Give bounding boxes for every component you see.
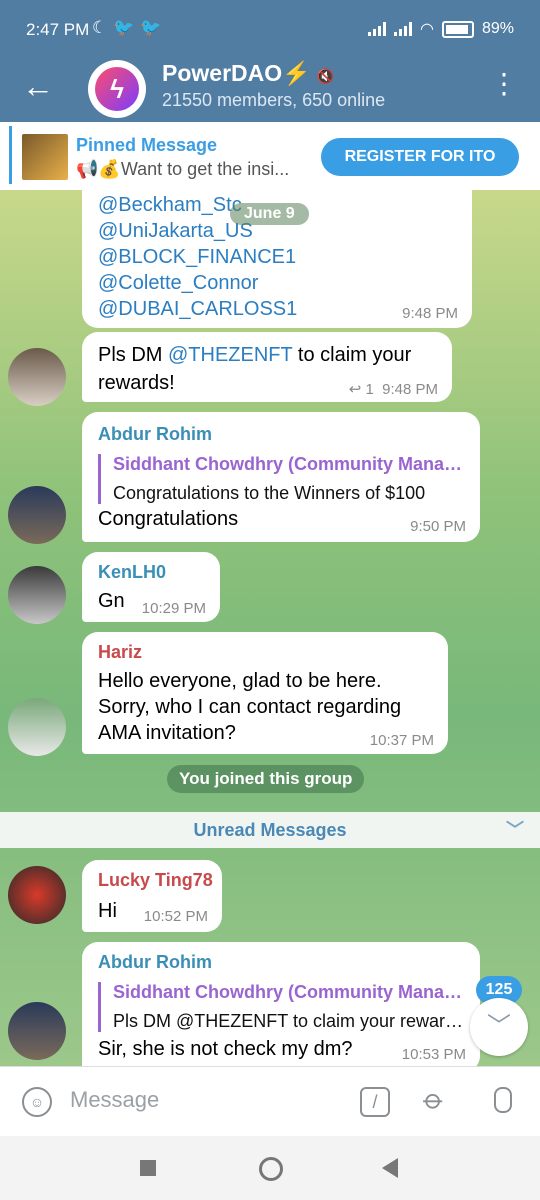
unread-divider: Unread Messages ﹀ xyxy=(0,812,540,848)
twitter-icon: 🐦 xyxy=(113,18,141,37)
message-input[interactable]: Message xyxy=(70,1087,159,1113)
home-button[interactable] xyxy=(259,1157,283,1181)
avatar[interactable] xyxy=(8,348,66,406)
chat-header: ← ϟ PowerDAO⚡ 🔇 21550 members, 650 online… xyxy=(0,60,540,122)
avatar[interactable] xyxy=(8,866,66,924)
muted-icon: 🔇 xyxy=(316,68,335,84)
pinned-indicator xyxy=(9,126,12,184)
message-bubble[interactable]: Hariz Hello everyone, glad to be here. S… xyxy=(82,632,448,754)
message-bubble[interactable]: Pls DM @THEZENFT to claim your rewards! … xyxy=(82,332,452,402)
lightning-icon: ⚡ xyxy=(282,60,311,86)
signal-icon xyxy=(368,22,386,36)
reply-quote[interactable]: Siddhant Chowdhry (Community Manager) Co… xyxy=(98,454,463,504)
group-subtitle: 21550 members, 650 online xyxy=(162,90,386,110)
service-message: You joined this group xyxy=(167,765,365,793)
message-time: 10:53 PM xyxy=(401,1046,466,1063)
sender-name[interactable]: Abdur Rohim xyxy=(98,424,212,445)
status-right: ◠ 89% xyxy=(368,19,514,39)
pinned-title: Pinned Message xyxy=(76,135,218,155)
avatar[interactable] xyxy=(8,486,66,544)
reply-count[interactable]: ↩ 1 xyxy=(349,381,374,398)
power-logo-icon: ϟ xyxy=(95,67,139,111)
message-time: 9:50 PM xyxy=(410,518,466,535)
message-bubble[interactable]: Abdur Rohim Siddhant Chowdhry (Community… xyxy=(82,942,480,1066)
mention-link[interactable]: @Colette_Connor xyxy=(98,272,258,295)
message-text: Pls DM @THEZENFT to claim your xyxy=(98,344,412,366)
signal-icon xyxy=(394,22,412,36)
message-text: rewards! xyxy=(98,372,175,394)
battery-level: 89% xyxy=(481,20,514,37)
system-nav-bar xyxy=(0,1136,540,1200)
message-text: Sir, she is not check my dm? xyxy=(98,1038,353,1060)
mention-link[interactable]: @BLOCK_FINANCE1 xyxy=(98,246,296,269)
sender-name[interactable]: Lucky Ting78 xyxy=(98,870,213,891)
sender-name[interactable]: Hariz xyxy=(98,642,142,663)
chevron-down-icon: ﹀ xyxy=(506,820,524,840)
bot-command-icon[interactable]: / xyxy=(360,1087,390,1117)
battery-icon xyxy=(441,20,474,38)
group-avatar[interactable]: ϟ xyxy=(88,60,146,118)
quote-text: Pls DM @THEZENFT to claim your rewards! xyxy=(113,1011,463,1031)
microphone-icon[interactable] xyxy=(494,1087,512,1113)
attach-icon[interactable]: ⌀ xyxy=(417,1082,452,1117)
quote-sender: Siddhant Chowdhry (Community Manager) xyxy=(113,982,463,1002)
group-title[interactable]: PowerDAO⚡ 🔇 xyxy=(162,60,334,87)
quote-sender: Siddhant Chowdhry (Community Manager) xyxy=(113,454,463,474)
avatar[interactable] xyxy=(8,698,66,756)
message-time: 10:29 PM xyxy=(141,600,206,617)
pinned-text: 📢💰Want to get the insi... xyxy=(76,159,290,179)
avatar[interactable] xyxy=(8,566,66,624)
message-bubble[interactable]: Lucky Ting78 Hi 10:52 PM xyxy=(82,860,222,932)
twitter-icon: 🐦 xyxy=(140,18,168,37)
emoji-icon[interactable]: ☺ xyxy=(22,1087,52,1117)
pinned-thumbnail xyxy=(22,134,68,180)
message-text: Congratulations xyxy=(98,508,239,530)
sender-name[interactable]: KenLH0 xyxy=(98,562,166,583)
avatar[interactable] xyxy=(8,1002,66,1060)
message-text: Hello everyone, glad to be here. xyxy=(98,670,382,692)
message-time: 9:48 PM xyxy=(402,305,458,322)
message-bubble[interactable]: Abdur Rohim Siddhant Chowdhry (Community… xyxy=(82,412,480,542)
quote-text: Congratulations to the Winners of $100 xyxy=(113,483,426,503)
mention-link[interactable]: @THEZENFT xyxy=(168,344,292,366)
pinned-message-bar[interactable]: Pinned Message 📢💰Want to get the insi...… xyxy=(0,122,540,191)
back-button[interactable] xyxy=(382,1158,398,1178)
mention-link[interactable]: @UniJakarta_US xyxy=(98,220,253,243)
back-arrow-icon[interactable]: ← xyxy=(22,70,54,102)
message-text: Gn xyxy=(98,590,125,612)
chevron-down-icon: ﹀ xyxy=(487,1013,511,1040)
message-bubble[interactable]: KenLH0 Gn 10:29 PM xyxy=(82,552,220,622)
status-notification-icons: ☾🐦🐦 xyxy=(92,18,168,38)
moon-icon: ☾ xyxy=(92,18,114,37)
unread-label: Unread Messages xyxy=(193,820,347,840)
register-for-ito-button[interactable]: REGISTER FOR ITO xyxy=(321,138,519,176)
mention-link[interactable]: @Beckham_Stc xyxy=(98,194,242,217)
message-text: AMA invitation? xyxy=(98,722,236,744)
message-time: 10:37 PM xyxy=(369,732,434,749)
message-time: 10:52 PM xyxy=(143,908,208,925)
message-time: ↩ 1 9:48 PM xyxy=(348,381,438,398)
more-options-icon[interactable]: ⋮ xyxy=(490,70,518,98)
date-pill: June 9 xyxy=(230,203,309,225)
status-time: 2:47 PM xyxy=(26,20,90,39)
sender-name[interactable]: Abdur Rohim xyxy=(98,952,212,973)
message-text: Hi xyxy=(98,900,117,922)
message-input-bar: ☺ Message / ⌀ xyxy=(0,1066,540,1137)
scroll-down-button[interactable]: ﹀ xyxy=(470,998,528,1056)
wifi-icon: ◠ xyxy=(420,21,434,38)
recents-button[interactable] xyxy=(140,1160,156,1176)
status-bar: 2:47 PM ☾🐦🐦 ◠ 89% xyxy=(0,0,540,60)
message-text: Sorry, who I can contact regarding xyxy=(98,696,402,718)
reply-quote[interactable]: Siddhant Chowdhry (Community Manager) Pl… xyxy=(98,982,463,1032)
group-name: PowerDAO xyxy=(162,60,283,86)
mention-link[interactable]: @DUBAI_CARLOSS1 xyxy=(98,298,297,321)
chat-history[interactable]: @Beckham_Stc @UniJakarta_US @BLOCK_FINAN… xyxy=(0,190,540,1066)
